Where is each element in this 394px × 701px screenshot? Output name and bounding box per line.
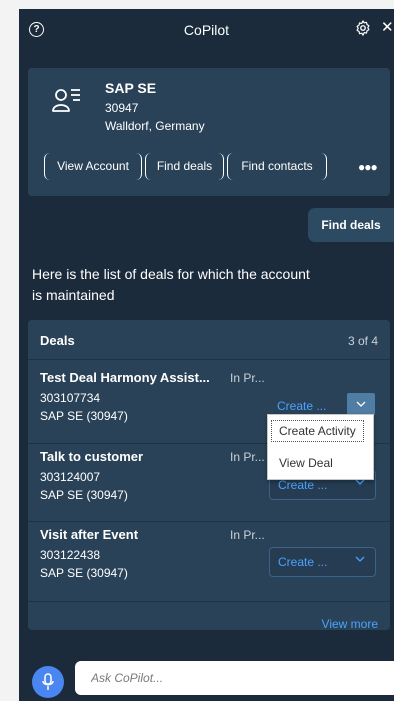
menu-item-create-activity[interactable]: Create Activity [271,420,364,442]
account-location: Walldorf, Germany [105,119,205,133]
create-label: Create ... [278,478,328,492]
account-list-icon [52,89,80,112]
gear-icon[interactable] [354,19,372,37]
panel-title: CoPilot [183,22,230,38]
deal-status: In Pr... [230,371,265,385]
microphone-icon [42,673,54,690]
copilot-panel: ? CoPilot ✕ SAP SE 30947 Walldorf, Germa… [19,9,394,701]
ask-input[interactable] [75,661,394,695]
menu-item-view-deal[interactable]: View Deal [272,453,340,473]
more-icon[interactable]: ●●● [358,160,378,174]
divider [28,601,390,602]
input-bar [19,649,394,701]
chevron-down-icon [355,556,365,562]
bot-message: Here is the list of deals for which the … [32,266,310,303]
divider [28,521,390,522]
dropdown-menu: Create Activity View Deal [267,414,374,480]
mic-button[interactable] [32,666,64,698]
view-more-link[interactable]: View more [322,617,378,630]
chevron-down-icon [356,401,366,407]
user-message: Find deals [308,208,394,242]
header: ? CoPilot ✕ [19,9,394,51]
deal-account: SAP SE (30947) [40,488,128,502]
create-button[interactable]: Create ... [269,547,376,577]
close-icon[interactable]: ✕ [381,19,394,37]
deal-name[interactable]: Talk to customer [40,449,143,464]
divider [28,359,390,360]
account-card: SAP SE 30947 Walldorf, Germany View Acco… [28,68,390,196]
deal-status: In Pr... [230,450,265,464]
deal-id: 303124007 [40,470,101,484]
deal-account: SAP SE (30947) [40,566,128,580]
deals-count: 3 of 4 [347,334,378,348]
deal-status: In Pr... [230,528,265,542]
find-deals-button[interactable]: Find deals [145,153,224,180]
deals-title: Deals [40,333,75,348]
account-name: SAP SE [105,80,157,96]
deal-name[interactable]: Visit after Event [40,527,138,542]
deal-id: 303122438 [40,548,101,562]
view-account-button[interactable]: View Account [44,153,142,180]
deal-name[interactable]: Test Deal Harmony Assist... [40,370,210,385]
deal-id: 303107734 [40,391,101,405]
deal-account: SAP SE (30947) [40,409,128,423]
create-label: Create ... [278,555,328,569]
dropdown-toggle[interactable] [347,393,375,415]
create-label: Create ... [277,399,327,413]
find-contacts-button[interactable]: Find contacts [227,153,327,180]
account-id: 30947 [105,101,139,115]
